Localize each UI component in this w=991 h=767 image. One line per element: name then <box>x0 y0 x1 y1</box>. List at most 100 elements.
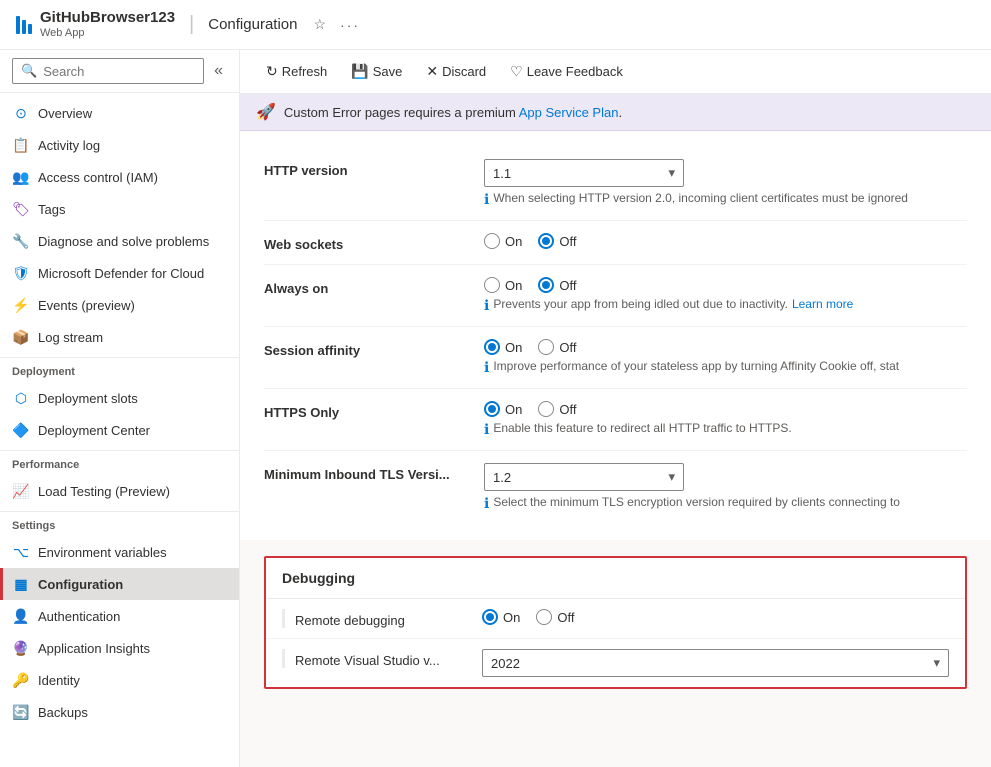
refresh-button[interactable]: ↻ Refresh <box>256 58 337 85</box>
sidebar-item-app-insights[interactable]: 🔮 Application Insights <box>0 632 239 664</box>
always-on-on-option[interactable]: On <box>484 277 522 293</box>
search-input[interactable] <box>43 64 195 79</box>
session-affinity-hint: ℹ Improve performance of your stateless … <box>484 359 967 376</box>
sidebar-item-tags[interactable]: 🏷 Tags <box>0 193 239 225</box>
web-sockets-off-radio[interactable] <box>538 233 554 249</box>
favorite-star-icon[interactable]: ☆ <box>313 16 326 33</box>
save-icon: 💾 <box>351 63 368 80</box>
http-version-select-wrapper: 1.1 ▾ <box>484 159 967 187</box>
sidebar-label-backups: Backups <box>38 705 88 720</box>
min-tls-hint-icon: ℹ <box>484 495 489 512</box>
save-label: Save <box>373 64 403 79</box>
min-tls-control: 1.2 ▾ ℹ Select the minimum TLS encryptio… <box>484 463 967 512</box>
remote-debugging-on-option[interactable]: On <box>482 609 520 625</box>
discard-button[interactable]: ✕ Discard <box>416 58 496 85</box>
sidebar-item-defender[interactable]: 🛡 Microsoft Defender for Cloud <box>0 257 239 289</box>
always-on-off-radio[interactable] <box>538 277 554 293</box>
collapse-sidebar-icon[interactable]: « <box>210 58 227 84</box>
sidebar-item-events[interactable]: ⚡ Events (preview) <box>0 289 239 321</box>
web-sockets-on-option[interactable]: On <box>484 233 522 249</box>
toolbar: ↻ Refresh 💾 Save ✕ Discard ♡ Leave Feedb… <box>240 50 991 94</box>
always-on-off-option[interactable]: Off <box>538 277 576 293</box>
save-button[interactable]: 💾 Save <box>341 58 412 85</box>
https-only-hint-icon: ℹ <box>484 421 489 438</box>
sidebar-label-load-testing: Load Testing (Preview) <box>38 484 170 499</box>
web-sockets-on-radio[interactable] <box>484 233 500 249</box>
remote-vs-select[interactable]: 2022 ▾ <box>482 649 949 677</box>
sidebar-label-deployment-slots: Deployment slots <box>38 391 138 406</box>
feedback-icon: ♡ <box>510 63 523 80</box>
sidebar-search-container: 🔍 « <box>0 50 239 93</box>
http-version-hint-text: When selecting HTTP version 2.0, incomin… <box>493 191 908 205</box>
sidebar-label-events: Events (preview) <box>38 298 135 313</box>
min-tls-value: 1.2 <box>493 470 511 485</box>
load-testing-icon: 📈 <box>12 482 30 500</box>
content-area: 🚀 Custom Error pages requires a premium … <box>240 94 991 767</box>
https-only-on-option[interactable]: On <box>484 401 522 417</box>
sidebar-item-deployment-center[interactable]: 🔷 Deployment Center <box>0 414 239 446</box>
sidebar-item-backups[interactable]: 🔄 Backups <box>0 696 239 728</box>
feedback-button[interactable]: ♡ Leave Feedback <box>500 58 633 85</box>
session-affinity-off-option[interactable]: Off <box>538 339 576 355</box>
https-only-off-radio[interactable] <box>538 401 554 417</box>
https-only-on-radio[interactable] <box>484 401 500 417</box>
authentication-icon: 👤 <box>12 607 30 625</box>
session-affinity-on-option[interactable]: On <box>484 339 522 355</box>
sidebar-item-load-testing[interactable]: 📈 Load Testing (Preview) <box>0 475 239 507</box>
sidebar-item-overview[interactable]: ⊙ Overview <box>0 97 239 129</box>
remote-debugging-on-radio[interactable] <box>482 609 498 625</box>
discard-icon: ✕ <box>426 63 438 80</box>
remote-vs-label: Remote Visual Studio v... <box>282 649 482 668</box>
sidebar-item-authentication[interactable]: 👤 Authentication <box>0 600 239 632</box>
web-sockets-row: Web sockets On Off <box>264 221 967 265</box>
web-sockets-off-option[interactable]: Off <box>538 233 576 249</box>
remote-debugging-row: Remote debugging On Off <box>266 599 965 639</box>
always-on-learn-more-link[interactable]: Learn more <box>792 297 853 311</box>
more-options-icon[interactable]: ··· <box>340 17 360 33</box>
app-insights-icon: 🔮 <box>12 639 30 657</box>
sidebar-label-identity: Identity <box>38 673 80 688</box>
session-affinity-row: Session affinity On Off <box>264 327 967 389</box>
https-only-off-option[interactable]: Off <box>538 401 576 417</box>
sidebar-item-configuration[interactable]: ▦ Configuration <box>0 568 239 600</box>
sidebar-item-diagnose[interactable]: 🔧 Diagnose and solve problems <box>0 225 239 257</box>
debugging-header: Debugging <box>266 558 965 599</box>
banner-icon: 🚀 <box>256 102 276 122</box>
remote-debugging-off-label: Off <box>557 610 574 625</box>
web-sockets-label: Web sockets <box>264 233 484 252</box>
always-on-hint-icon: ℹ <box>484 297 489 314</box>
search-icon: 🔍 <box>21 63 37 79</box>
session-affinity-off-label: Off <box>559 340 576 355</box>
remote-vs-control: 2022 ▾ <box>482 649 949 677</box>
sidebar-item-iam[interactable]: 👥 Access control (IAM) <box>0 161 239 193</box>
sidebar-item-deployment-slots[interactable]: ⬡ Deployment slots <box>0 382 239 414</box>
http-version-select[interactable]: 1.1 ▾ <box>484 159 684 187</box>
sidebar-label-configuration: Configuration <box>38 577 123 592</box>
banner-link[interactable]: App Service Plan <box>519 105 619 120</box>
session-affinity-on-radio[interactable] <box>484 339 500 355</box>
sidebar-label-authentication: Authentication <box>38 609 120 624</box>
session-affinity-off-radio[interactable] <box>538 339 554 355</box>
always-on-control: On Off ℹ Prevents your app from being id… <box>484 277 967 314</box>
remote-debugging-off-option[interactable]: Off <box>536 609 574 625</box>
sidebar-label-defender: Microsoft Defender for Cloud <box>38 266 204 281</box>
web-sockets-off-label: Off <box>559 234 576 249</box>
http-version-hint: ℹ When selecting HTTP version 2.0, incom… <box>484 191 967 208</box>
refresh-label: Refresh <box>282 64 328 79</box>
always-on-on-radio[interactable] <box>484 277 500 293</box>
min-tls-select[interactable]: 1.2 ▾ <box>484 463 684 491</box>
env-variables-icon: ⌥ <box>12 543 30 561</box>
sidebar-label-env-variables: Environment variables <box>38 545 167 560</box>
always-on-hint: ℹ Prevents your app from being idled out… <box>484 297 967 314</box>
iam-icon: 👥 <box>12 168 30 186</box>
deployment-slots-icon: ⬡ <box>12 389 30 407</box>
always-on-label: Always on <box>264 277 484 296</box>
sidebar-item-activity-log[interactable]: 📋 Activity log <box>0 129 239 161</box>
session-affinity-on-label: On <box>505 340 522 355</box>
sidebar-item-log-stream[interactable]: 📦 Log stream <box>0 321 239 353</box>
search-box[interactable]: 🔍 <box>12 58 204 84</box>
sidebar-item-identity[interactable]: 🔑 Identity <box>0 664 239 696</box>
overview-icon: ⊙ <box>12 104 30 122</box>
sidebar-item-env-variables[interactable]: ⌥ Environment variables <box>0 536 239 568</box>
remote-debugging-off-radio[interactable] <box>536 609 552 625</box>
